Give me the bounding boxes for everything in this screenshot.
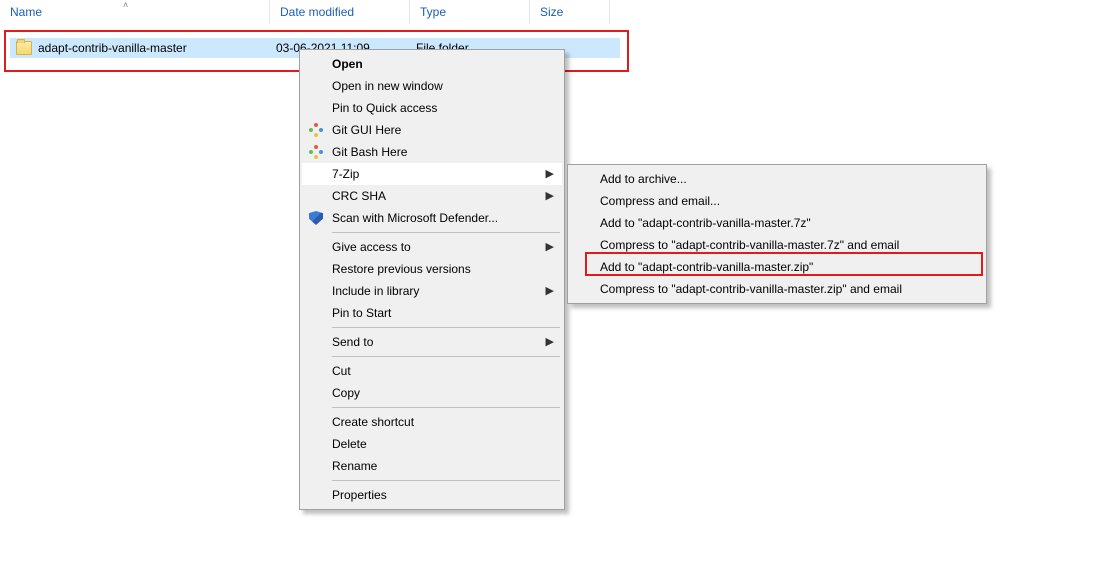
menu-label: Compress and email... xyxy=(600,194,720,208)
submenu-7zip: Add to archive... Compress and email... … xyxy=(567,164,987,304)
menu-include-library[interactable]: Include in library ▶ xyxy=(302,280,562,302)
file-name: adapt-contrib-vanilla-master xyxy=(38,41,187,55)
column-label: Size xyxy=(540,5,563,19)
menu-label: Add to "adapt-contrib-vanilla-master.zip… xyxy=(600,260,813,274)
menu-open[interactable]: Open xyxy=(302,53,562,75)
menu-separator xyxy=(332,232,560,233)
menu-restore-versions[interactable]: Restore previous versions xyxy=(302,258,562,280)
menu-cut[interactable]: Cut xyxy=(302,360,562,382)
cell-name: adapt-contrib-vanilla-master xyxy=(10,41,270,55)
menu-label: Pin to Start xyxy=(332,306,391,320)
column-header-type[interactable]: Type xyxy=(410,0,530,24)
submenu-compress-email[interactable]: Compress and email... xyxy=(570,190,984,212)
menu-open-new-window[interactable]: Open in new window xyxy=(302,75,562,97)
submenu-arrow-icon: ▶ xyxy=(546,335,554,348)
menu-label: Give access to xyxy=(332,240,411,254)
submenu-arrow-icon: ▶ xyxy=(546,284,554,297)
context-menu: Open Open in new window Pin to Quick acc… xyxy=(299,49,565,510)
submenu-arrow-icon: ▶ xyxy=(546,167,554,180)
menu-properties[interactable]: Properties xyxy=(302,484,562,506)
menu-label: 7-Zip xyxy=(332,167,359,181)
menu-7zip[interactable]: 7-Zip ▶ xyxy=(302,163,562,185)
menu-label: Include in library xyxy=(332,284,419,298)
menu-label: Add to archive... xyxy=(600,172,687,186)
menu-label: Rename xyxy=(332,459,377,473)
menu-label: Restore previous versions xyxy=(332,262,471,276)
menu-separator xyxy=(332,356,560,357)
submenu-compress-zip-email[interactable]: Compress to "adapt-contrib-vanilla-maste… xyxy=(570,278,984,300)
menu-label: Git Bash Here xyxy=(332,145,407,159)
submenu-arrow-icon: ▶ xyxy=(546,189,554,202)
menu-label: Copy xyxy=(332,386,360,400)
menu-git-bash[interactable]: Git Bash Here xyxy=(302,141,562,163)
column-header-name[interactable]: Name xyxy=(0,0,270,24)
submenu-arrow-icon: ▶ xyxy=(546,240,554,253)
menu-label: Compress to "adapt-contrib-vanilla-maste… xyxy=(600,282,902,296)
submenu-compress-7z-email[interactable]: Compress to "adapt-contrib-vanilla-maste… xyxy=(570,234,984,256)
menu-label: Send to xyxy=(332,335,373,349)
shield-icon xyxy=(308,210,324,226)
column-headers: Name ˄ Date modified Type Size xyxy=(0,0,620,24)
menu-label: Add to "adapt-contrib-vanilla-master.7z" xyxy=(600,216,811,230)
menu-separator xyxy=(332,480,560,481)
menu-label: Properties xyxy=(332,488,387,502)
column-header-size[interactable]: Size xyxy=(530,0,610,24)
menu-git-gui[interactable]: Git GUI Here xyxy=(302,119,562,141)
column-label: Type xyxy=(420,5,446,19)
menu-copy[interactable]: Copy xyxy=(302,382,562,404)
menu-label: Open xyxy=(332,57,363,71)
git-icon xyxy=(308,122,324,138)
menu-label: Git GUI Here xyxy=(332,123,401,137)
menu-label: Open in new window xyxy=(332,79,443,93)
menu-give-access[interactable]: Give access to ▶ xyxy=(302,236,562,258)
menu-defender-scan[interactable]: Scan with Microsoft Defender... xyxy=(302,207,562,229)
submenu-add-zip[interactable]: Add to "adapt-contrib-vanilla-master.zip… xyxy=(570,256,984,278)
menu-separator xyxy=(332,407,560,408)
column-label: Name xyxy=(10,5,42,19)
column-label: Date modified xyxy=(280,5,354,19)
menu-delete[interactable]: Delete xyxy=(302,433,562,455)
submenu-add-archive[interactable]: Add to archive... xyxy=(570,168,984,190)
menu-separator xyxy=(332,327,560,328)
menu-label: Scan with Microsoft Defender... xyxy=(332,211,498,225)
menu-label: CRC SHA xyxy=(332,189,386,203)
menu-create-shortcut[interactable]: Create shortcut xyxy=(302,411,562,433)
menu-send-to[interactable]: Send to ▶ xyxy=(302,331,562,353)
column-header-date[interactable]: Date modified xyxy=(270,0,410,24)
menu-pin-start[interactable]: Pin to Start xyxy=(302,302,562,324)
menu-crc-sha[interactable]: CRC SHA ▶ xyxy=(302,185,562,207)
menu-label: Cut xyxy=(332,364,351,378)
folder-icon xyxy=(16,41,32,55)
menu-label: Delete xyxy=(332,437,367,451)
submenu-add-7z[interactable]: Add to "adapt-contrib-vanilla-master.7z" xyxy=(570,212,984,234)
git-icon xyxy=(308,144,324,160)
sort-ascending-icon: ˄ xyxy=(123,0,128,10)
menu-pin-quick-access[interactable]: Pin to Quick access xyxy=(302,97,562,119)
menu-rename[interactable]: Rename xyxy=(302,455,562,477)
menu-label: Create shortcut xyxy=(332,415,414,429)
menu-label: Compress to "adapt-contrib-vanilla-maste… xyxy=(600,238,899,252)
menu-label: Pin to Quick access xyxy=(332,101,437,115)
